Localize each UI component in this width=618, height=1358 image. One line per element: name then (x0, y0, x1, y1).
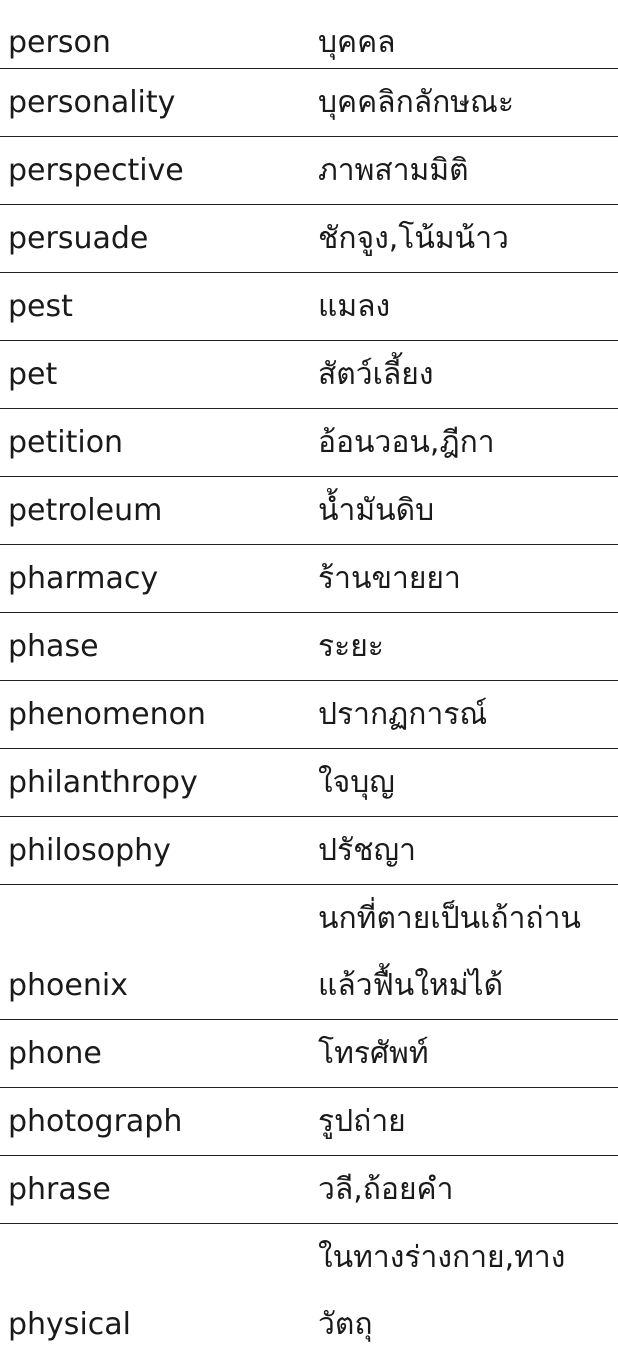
vocab-row: philanthropy ใจบุญ (0, 747, 618, 816)
thai-translation: อ้อนวอน,ฎีกา (310, 407, 618, 476)
english-word: philosophy (0, 815, 310, 884)
thai-translation: ในทางร่างกาย,ทางวัตถุ (310, 1222, 618, 1358)
vocab-row: persuade ชักจูง,โน้มน้าว (0, 203, 618, 272)
vocab-row: personality บุคคลิกลักษณะ (0, 67, 618, 136)
vocab-row: philosophy ปรัชญา (0, 815, 618, 884)
vocab-row: petroleum น้ำมันดิบ (0, 475, 618, 544)
vocabulary-table-body: person บุคคล personality บุคคลิกลักษณะ persp… (0, 0, 618, 1358)
vocab-row: phoenix นกที่ตายเป็นเถ้าถ่านแล้วฟื้นใหม่ไ… (0, 883, 618, 1019)
vocab-row: pest แมลง (0, 271, 618, 340)
english-word: persuade (0, 203, 310, 272)
english-word: physical (0, 1222, 310, 1358)
thai-translation: ปรัชญา (310, 815, 618, 884)
english-word: phone (0, 1018, 310, 1087)
thai-translation: บุคคลิกลักษณะ (310, 67, 618, 136)
english-word: perspective (0, 135, 310, 204)
thai-translation: ร้านขายยา (310, 543, 618, 612)
english-word: phrase (0, 1154, 310, 1223)
english-word: philanthropy (0, 747, 310, 816)
thai-translation: น้ำมันดิบ (310, 475, 618, 544)
english-word: pharmacy (0, 543, 310, 612)
vocab-row: person บุคคล (0, 0, 618, 68)
thai-translation: แมลง (310, 271, 618, 340)
english-word: person (8, 24, 111, 60)
thai-translation: สัตว์เลี้ยง (310, 339, 618, 408)
english-word: phoenix (0, 883, 310, 1019)
english-word: petition (0, 407, 310, 476)
english-word: petroleum (0, 475, 310, 544)
vocab-row: phrase วลี,ถ้อยคำ (0, 1154, 618, 1223)
thai-translation: นกที่ตายเป็นเถ้าถ่านแล้วฟื้นใหม่ได้ (310, 883, 618, 1019)
vocab-row: phenomenon ปรากฏการณ์ (0, 679, 618, 748)
thai-translation: บุคคล (318, 24, 396, 60)
vocab-row: photograph รูปถ่าย (0, 1086, 618, 1155)
thai-translation: โทรศัพท์ (310, 1018, 618, 1087)
vocab-row: phase ระยะ (0, 611, 618, 680)
english-word: phase (0, 611, 310, 680)
english-word: pest (0, 271, 310, 340)
vocab-row: pet สัตว์เลี้ยง (0, 339, 618, 408)
vocab-row: pharmacy ร้านขายยา (0, 543, 618, 612)
vocab-row: petition อ้อนวอน,ฎีกา (0, 407, 618, 476)
english-word: pet (0, 339, 310, 408)
thai-translation: ใจบุญ (310, 747, 618, 816)
vocab-row: phone โทรศัพท์ (0, 1018, 618, 1087)
vocabulary-table: person บุคคล personality บุคคลิกลักษณะ persp… (0, 0, 618, 1358)
vocab-row: physical ในทางร่างกาย,ทางวัตถุ (0, 1222, 618, 1358)
thai-translation: ระยะ (310, 611, 618, 680)
english-word: phenomenon (0, 679, 310, 748)
thai-translation: ภาพสามมิติ (310, 135, 618, 204)
thai-translation: รูปถ่าย (310, 1086, 618, 1155)
english-word: personality (0, 67, 310, 136)
thai-translation: วลี,ถ้อยคำ (310, 1154, 618, 1223)
thai-translation: ปรากฏการณ์ (310, 679, 618, 748)
thai-translation: ชักจูง,โน้มน้าว (310, 203, 618, 272)
vocab-row: perspective ภาพสามมิติ (0, 135, 618, 204)
english-word: photograph (0, 1086, 310, 1155)
